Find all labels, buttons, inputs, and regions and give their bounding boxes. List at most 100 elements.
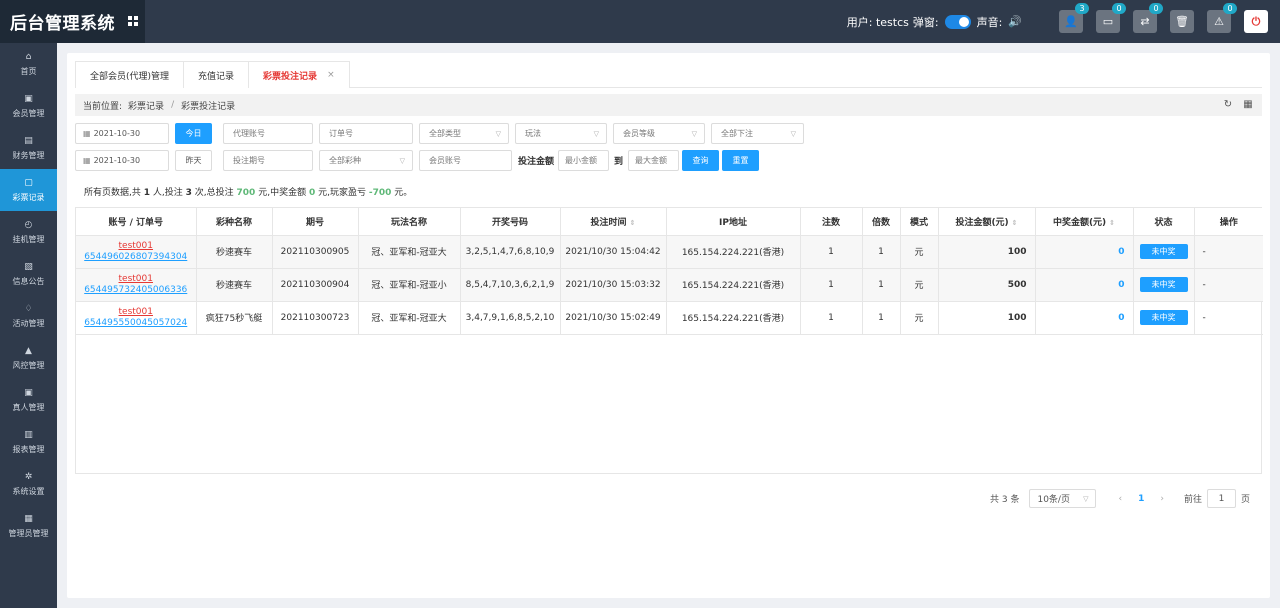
logout-button[interactable]: ⏻ bbox=[1244, 10, 1268, 33]
breadcrumb-prefix: 当前位置: bbox=[83, 101, 123, 112]
tab-recharge[interactable]: 充值记录 bbox=[183, 61, 250, 88]
sidebar-item-finance[interactable]: ▤ 财务管理 bbox=[0, 127, 57, 169]
reset-button[interactable]: 重置 bbox=[722, 150, 760, 171]
page-size-select[interactable]: 10条/页 ▽ bbox=[1029, 489, 1097, 508]
cell-action: - bbox=[1194, 235, 1263, 269]
sidebar-item-settings[interactable]: ✲ 系统设置 bbox=[0, 463, 57, 505]
col-win-amount[interactable]: 中奖金额(元) ⇕ bbox=[1035, 208, 1134, 236]
sidebar-item-label: 挂机管理 bbox=[12, 234, 45, 244]
sidebar-item-hangup[interactable]: ◴ 挂机管理 bbox=[0, 211, 57, 253]
grid-icon[interactable]: ▦ bbox=[1242, 99, 1254, 111]
goto-page-input[interactable]: 1 bbox=[1206, 489, 1236, 508]
tab-label: 充值记录 bbox=[198, 71, 235, 82]
card-button[interactable]: ▭ 0 bbox=[1096, 3, 1126, 33]
breadcrumb-level1[interactable]: 彩票记录 bbox=[128, 99, 164, 112]
order-number-placeholder: 订单号 bbox=[329, 129, 353, 138]
sidebar-item-reports[interactable]: ▥ 报表管理 bbox=[0, 421, 57, 463]
sidebar-item-lottery-records[interactable]: ▢ 彩票记录 bbox=[0, 169, 57, 211]
user-button[interactable]: 👤 3 bbox=[1059, 3, 1089, 33]
cell-lottery: 疯狂75秒飞艇 bbox=[196, 301, 273, 335]
table-header-row: 账号 / 订单号 彩种名称 期号 玩法名称 开奖号码 投注时间 ⇕ IP地址 注数… bbox=[76, 208, 1263, 236]
chevron-down-icon: ▽ bbox=[399, 157, 405, 165]
sidebar-item-label: 彩票记录 bbox=[12, 192, 45, 202]
cell-lottery: 秒速赛车 bbox=[196, 268, 273, 302]
bet-filter-value: 全部下注 bbox=[721, 129, 753, 138]
play-select[interactable]: 玩法 ▽ bbox=[515, 123, 607, 144]
transfer-button[interactable]: ⇄ 0 bbox=[1133, 3, 1163, 33]
col-time[interactable]: 投注时间 ⇕ bbox=[560, 208, 667, 236]
account-link[interactable]: test001 bbox=[76, 274, 195, 285]
status-badge[interactable]: 未中奖 bbox=[1139, 277, 1188, 292]
max-amount-input[interactable]: 最大金额 bbox=[628, 150, 680, 171]
order-link[interactable]: 654495732405006336 bbox=[76, 285, 195, 296]
trash-button[interactable]: 🗑 bbox=[1170, 10, 1194, 33]
max-amount-placeholder: 最大金额 bbox=[635, 156, 668, 165]
member-level-select[interactable]: 会员等级 ▽ bbox=[613, 123, 705, 144]
cell-status: 未中奖 bbox=[1133, 235, 1195, 269]
menu-toggle-icon[interactable] bbox=[128, 16, 138, 26]
goto-label: 前往 bbox=[1183, 495, 1202, 505]
sidebar-item-live[interactable]: ▣ 真人管理 bbox=[0, 379, 57, 421]
current-page[interactable]: 1 bbox=[1138, 494, 1144, 504]
date-start-value: 2021-10-30 bbox=[93, 129, 141, 138]
lottery-select[interactable]: 全部彩种 ▽ bbox=[319, 150, 413, 171]
cell-time: 2021/10/30 15:02:49 bbox=[560, 301, 667, 335]
summary-total-bet: 700 bbox=[236, 188, 256, 198]
type-select[interactable]: 全部类型 ▽ bbox=[419, 123, 509, 144]
cell-mode: 元 bbox=[900, 235, 939, 269]
sidebar-item-notices[interactable]: ▧ 信息公告 bbox=[0, 253, 57, 295]
summary-line: 所有页数据,共 1 人,投注 3 次,总投注 700 元,中奖金额 0 元,玩家… bbox=[84, 185, 412, 198]
order-link[interactable]: 654495550045057024 bbox=[76, 318, 195, 329]
transfer-icon: ⇄ bbox=[1140, 15, 1150, 28]
query-button[interactable]: 查询 bbox=[682, 150, 720, 171]
tab-label: 全部会员(代理)管理 bbox=[90, 71, 170, 82]
prev-page-icon[interactable]: ‹ bbox=[1118, 494, 1122, 504]
sidebar-item-home[interactable]: ⌂ 首页 bbox=[0, 43, 57, 85]
sort-icon[interactable]: ⇕ bbox=[1012, 219, 1018, 227]
cell-mode: 元 bbox=[900, 301, 939, 335]
cell-multiple: 1 bbox=[862, 301, 901, 335]
next-page-icon[interactable]: › bbox=[1160, 494, 1164, 504]
speaker-icon[interactable]: 🔊 bbox=[1008, 15, 1022, 28]
refresh-icon[interactable]: ↻ bbox=[1222, 99, 1234, 111]
sidebar-item-members[interactable]: ▣ 会员管理 bbox=[0, 85, 57, 127]
bet-period-input[interactable]: 投注期号 bbox=[223, 150, 313, 171]
status-badge[interactable]: 未中奖 bbox=[1139, 310, 1188, 325]
bet-filter-select[interactable]: 全部下注 ▽ bbox=[711, 123, 804, 144]
today-button[interactable]: 今日 bbox=[175, 123, 212, 144]
order-link[interactable]: 654496026807394304 bbox=[76, 252, 195, 263]
sort-icon[interactable]: ⇕ bbox=[1109, 219, 1115, 227]
yesterday-button[interactable]: 昨天 bbox=[175, 150, 212, 171]
tab-lottery-bets[interactable]: 彩票投注记录 × bbox=[248, 61, 350, 88]
date-end-value: 2021-10-30 bbox=[93, 156, 141, 165]
user-icon: 👤 bbox=[1064, 15, 1078, 28]
sidebar-item-label: 系统设置 bbox=[12, 486, 45, 496]
sidebar-item-activities[interactable]: ♢ 活动管理 bbox=[0, 295, 57, 337]
account-link[interactable]: test001 bbox=[76, 241, 195, 252]
sidebar-item-admins[interactable]: ▦ 管理员管理 bbox=[0, 505, 57, 547]
member-account-input[interactable]: 会员账号 bbox=[419, 150, 512, 171]
date-start-input[interactable]: ▦ 2021-10-30 bbox=[75, 123, 169, 144]
sidebar-item-label: 风控管理 bbox=[12, 360, 45, 370]
sidebar-item-risk[interactable]: ▲ 风控管理 bbox=[0, 337, 57, 379]
date-end-input[interactable]: ▦ 2021-10-30 bbox=[75, 150, 169, 171]
page-size-value: 10条/页 bbox=[1037, 495, 1070, 505]
status-badge[interactable]: 未中奖 bbox=[1139, 244, 1188, 259]
account-link[interactable]: test001 bbox=[76, 307, 195, 318]
tab-members[interactable]: 全部会员(代理)管理 bbox=[75, 61, 185, 88]
clock-icon: ◴ bbox=[24, 219, 33, 230]
summary-text: 元,玩家盈亏 bbox=[318, 188, 366, 198]
cell-status: 未中奖 bbox=[1133, 301, 1195, 335]
table-row: test001 654495550045057024 疯狂75秒飞艇 202110… bbox=[76, 301, 1263, 335]
notice-icon: ▧ bbox=[24, 261, 33, 272]
close-icon[interactable]: × bbox=[327, 70, 335, 80]
order-number-input[interactable]: 订单号 bbox=[319, 123, 413, 144]
agent-account-input[interactable]: 代理账号 bbox=[223, 123, 313, 144]
bet-amount-label: 投注金额 bbox=[518, 157, 555, 167]
cell-mode: 元 bbox=[900, 268, 939, 302]
popup-toggle[interactable] bbox=[944, 14, 971, 29]
min-amount-input[interactable]: 最小金额 bbox=[558, 150, 610, 171]
col-bet-amount[interactable]: 投注金额(元) ⇕ bbox=[938, 208, 1036, 236]
sort-icon[interactable]: ⇕ bbox=[630, 219, 636, 227]
warning-button[interactable]: ⚠ 0 bbox=[1207, 3, 1237, 33]
